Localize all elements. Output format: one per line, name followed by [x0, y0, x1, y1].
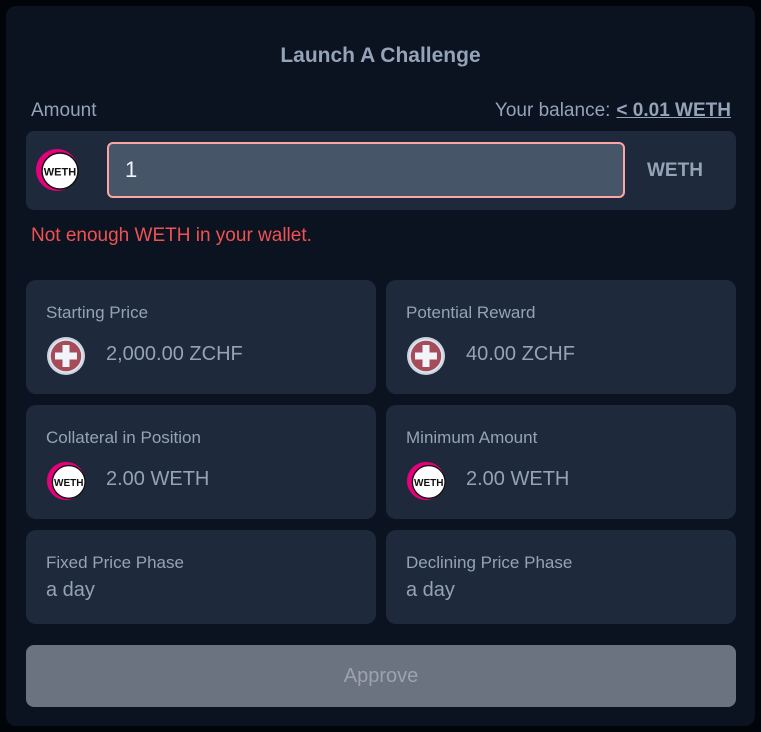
weth-token-icon	[46, 461, 86, 501]
balance-display: Your balance: < 0.01 WETH	[495, 100, 731, 122]
approve-button[interactable]: Approve	[26, 645, 736, 707]
potential-reward-card: Potential Reward 40.00 ZCHF	[386, 280, 736, 394]
balance-value-link[interactable]: < 0.01 WETH	[616, 100, 731, 121]
amount-input-group: WETH	[26, 131, 736, 210]
card-value: 40.00 ZCHF	[466, 343, 575, 365]
card-label: Minimum Amount	[406, 428, 538, 447]
card-label: Fixed Price Phase	[46, 553, 184, 572]
declining-price-phase-card: Declining Price Phase a day	[386, 530, 736, 624]
amount-label: Amount	[31, 100, 97, 121]
card-value: 2.00 WETH	[466, 468, 570, 490]
insufficient-balance-error: Not enough WETH in your wallet.	[31, 225, 312, 246]
amount-input[interactable]	[107, 142, 625, 198]
amount-unit: WETH	[647, 160, 703, 181]
zchf-token-icon	[406, 336, 446, 376]
card-label: Collateral in Position	[46, 428, 201, 447]
zchf-token-icon	[46, 336, 86, 376]
weth-token-icon	[35, 148, 79, 192]
balance-label: Your balance:	[494, 100, 611, 121]
card-label: Starting Price	[46, 303, 149, 322]
dialog-title: Launch A Challenge	[280, 44, 481, 67]
weth-token-icon	[406, 461, 446, 501]
collateral-card: Collateral in Position 2.00 WETH	[26, 405, 376, 519]
card-value: a day	[406, 579, 455, 601]
minimum-amount-card: Minimum Amount 2.00 WETH	[386, 405, 736, 519]
card-label: Declining Price Phase	[406, 553, 573, 572]
fixed-price-phase-card: Fixed Price Phase a day	[26, 530, 376, 624]
card-value: 2,000.00 ZCHF	[106, 343, 243, 365]
card-value: a day	[46, 579, 95, 601]
starting-price-card: Starting Price 2,000.00 ZCHF	[26, 280, 376, 394]
card-label: Potential Reward	[406, 303, 536, 322]
card-value: 2.00 WETH	[106, 468, 210, 490]
